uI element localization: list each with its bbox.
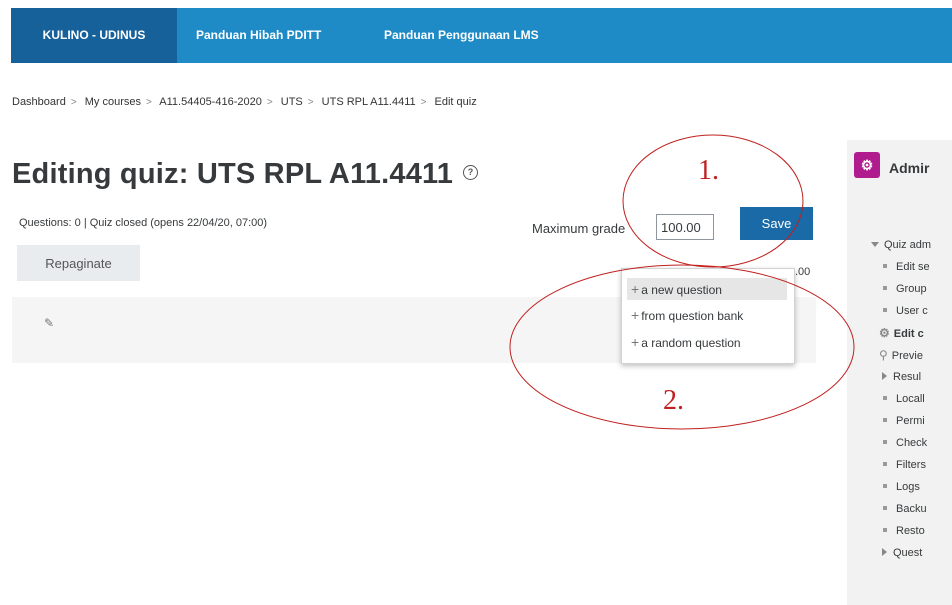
annotation-label-1: 1. [698, 155, 719, 186]
annotation-label-2: 2. [663, 385, 684, 416]
annotation-overlay [509, 134, 855, 430]
